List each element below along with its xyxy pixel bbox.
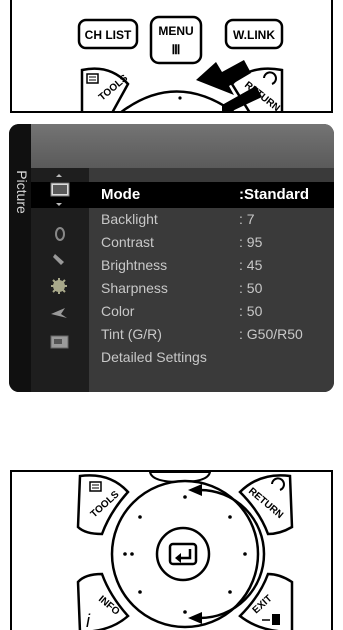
ch-list-button[interactable]: CH LIST — [77, 18, 139, 50]
menu-item-contrast[interactable]: Contrast : 95 — [89, 231, 334, 253]
sound-icon[interactable] — [55, 227, 65, 241]
menu-item-value: : 45 — [239, 257, 263, 273]
menu-item-value: : 50 — [239, 280, 263, 296]
menu-item-label: Brightness — [101, 257, 168, 273]
menu-item-value: : 50 — [239, 303, 263, 319]
menu-item-label: Sharpness — [101, 280, 168, 296]
menu-item-label: Tint (G/R) — [101, 326, 162, 342]
picture-icon[interactable] — [50, 174, 70, 206]
menu-item-backlight[interactable]: Backlight : 7 — [89, 208, 334, 230]
menu-item-tint[interactable]: Tint (G/R) : G50/R50 — [89, 323, 334, 345]
menu-item-brightness[interactable]: Brightness : 45 — [89, 254, 334, 276]
menu-item-label: Mode — [101, 186, 141, 203]
menu-header — [31, 124, 334, 168]
remote-top-illustration: CH LIST MENU Ⅲ W.LINK TOOLS RETURN — [10, 0, 333, 113]
menu-item-sharpness[interactable]: Sharpness : 50 — [89, 277, 334, 299]
picture-menu-osd: Picture Mode:Standard Backlight: 7 Con… — [9, 124, 334, 392]
menu-tab: Picture — [9, 124, 31, 392]
enter-button[interactable] — [155, 526, 211, 582]
menu-item-value: :Standard — [239, 186, 310, 203]
wlink-label: W.LINK — [233, 28, 275, 42]
menu-item-color[interactable]: Color : 50 — [89, 300, 334, 322]
menu-label: MENU — [158, 24, 193, 38]
tools-button[interactable]: TOOLS — [80, 67, 130, 113]
remote-bottom-illustration: TOOLS RETURN INFO i EXIT — [10, 470, 333, 630]
menu-item-value: : 95 — [239, 234, 263, 250]
menu-tab-label: Picture — [14, 170, 30, 214]
menu-item-label: Backlight — [101, 211, 158, 227]
menu-button[interactable]: MENU Ⅲ — [149, 15, 203, 65]
menu-item-value: : 7 — [239, 211, 255, 227]
input-icon[interactable] — [51, 308, 67, 318]
wlink-button[interactable]: W.LINK — [224, 18, 284, 50]
setup-icon[interactable] — [51, 278, 67, 294]
menu-item-label: Detailed Settings — [101, 349, 207, 365]
menu-item-mode[interactable]: Mode :Standard — [89, 182, 334, 208]
ch-list-label: CH LIST — [85, 28, 132, 42]
channel-icon[interactable] — [53, 254, 64, 265]
menu-item-value: : G50/R50 — [239, 326, 303, 342]
menu-item-detailed-settings[interactable]: Detailed Settings — [89, 346, 334, 368]
menu-item-label: Contrast — [101, 234, 154, 250]
menu-item-label: Color — [101, 303, 135, 319]
application-icon[interactable] — [50, 335, 69, 349]
menu-icon: Ⅲ — [172, 42, 181, 57]
